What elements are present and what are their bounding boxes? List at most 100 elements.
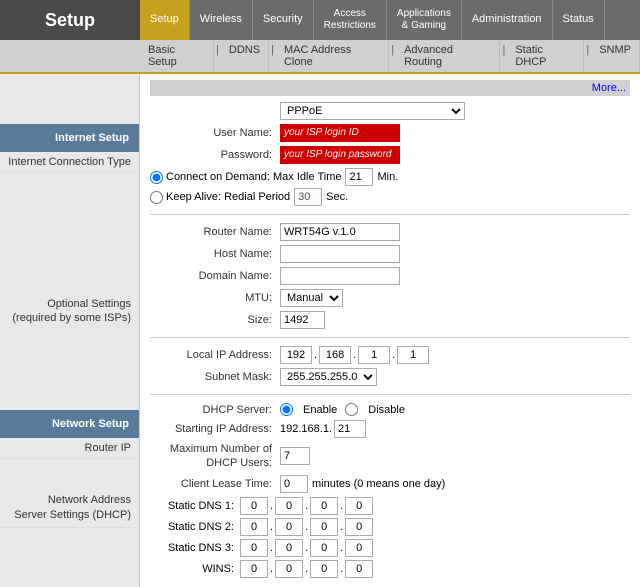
mtu-label: MTU:	[150, 292, 280, 304]
redial-period-input[interactable]	[294, 188, 322, 206]
local-ip-4[interactable]	[397, 346, 429, 364]
subnav-sep5: |	[584, 40, 591, 72]
static-dns1-row: Static DNS 1: . . .	[150, 497, 630, 515]
connection-type-row: PPPoE Static IP Automatic Configuration …	[150, 102, 630, 120]
top-header: Setup Setup Wireless Security AccessRest…	[0, 0, 640, 74]
dns2-1[interactable]	[240, 518, 268, 536]
password-placeholder[interactable]: your ISP login password	[280, 146, 400, 164]
username-row: User Name: your ISP login ID	[150, 124, 630, 142]
subnav-basic-setup[interactable]: Basic Setup	[140, 40, 214, 72]
sidebar-item-router-ip: Router IP	[0, 438, 139, 459]
max-dhcp-row: Maximum Number ofDHCP Users:	[150, 442, 630, 471]
subnav-sep2: |	[269, 40, 276, 72]
keep-alive-radio[interactable]	[150, 191, 163, 204]
static-dns2-row: Static DNS 2: . . .	[150, 518, 630, 536]
domain-name-input[interactable]	[280, 267, 400, 285]
dns1-4[interactable]	[345, 497, 373, 515]
more-link[interactable]: More...	[150, 80, 630, 96]
wins-2[interactable]	[275, 560, 303, 578]
domain-name-label: Domain Name:	[150, 270, 280, 282]
nav-setup[interactable]: Setup	[140, 0, 190, 40]
dns2-3[interactable]	[310, 518, 338, 536]
subnav-mac-clone[interactable]: MAC Address Clone	[276, 40, 389, 72]
connect-on-demand-label: Connect on Demand: Max Idle Time	[166, 171, 341, 183]
starting-ip-last[interactable]	[334, 420, 366, 438]
client-lease-suffix: minutes (0 means one day)	[312, 478, 445, 490]
sidebar-item-connection-type: Internet Connection Type	[0, 152, 139, 173]
subnet-mask-select[interactable]: 255.255.255.0 255.255.0.0 255.0.0.0	[280, 368, 377, 386]
dhcp-enable-label: Enable	[303, 404, 337, 416]
subnav-static-dhcp[interactable]: Static DHCP	[507, 40, 584, 72]
mtu-select[interactable]: Auto Manual	[280, 289, 343, 307]
divider-2	[150, 337, 630, 338]
wins-3[interactable]	[310, 560, 338, 578]
mtu-row: MTU: Auto Manual	[150, 289, 630, 307]
connect-on-demand-radio[interactable]	[150, 171, 163, 184]
local-ip-3[interactable]	[358, 346, 390, 364]
host-name-label: Host Name:	[150, 248, 280, 260]
sidebar-section-network: Network Setup	[0, 410, 139, 438]
keep-alive-label: Keep Alive: Redial Period	[166, 191, 290, 203]
min-label: Min.	[377, 171, 398, 183]
dns3-3[interactable]	[310, 539, 338, 557]
dns3-4[interactable]	[345, 539, 373, 557]
dns1-1[interactable]	[240, 497, 268, 515]
max-idle-time-input[interactable]	[345, 168, 373, 186]
dns1-2[interactable]	[275, 497, 303, 515]
dhcp-disable-radio[interactable]	[345, 403, 358, 416]
dhcp-enable-disable: Enable Disable	[280, 403, 405, 416]
subnav-snmp[interactable]: SNMP	[591, 40, 640, 72]
nav-security[interactable]: Security	[253, 0, 314, 40]
router-name-input[interactable]	[280, 223, 400, 241]
dns2-2[interactable]	[275, 518, 303, 536]
wins-1[interactable]	[240, 560, 268, 578]
dns3-2[interactable]	[275, 539, 303, 557]
starting-ip-prefix: 192.168.1.	[280, 423, 332, 435]
static-dns1-group: . . .	[240, 497, 373, 515]
size-input[interactable]	[280, 311, 325, 329]
nav-access[interactable]: AccessRestrictions	[314, 0, 387, 40]
size-label: Size:	[150, 314, 280, 326]
subnet-mask-row: Subnet Mask: 255.255.255.0 255.255.0.0 2…	[150, 368, 630, 386]
nav-status[interactable]: Status	[553, 0, 605, 40]
static-dns1-label: Static DNS 1:	[150, 500, 240, 512]
dhcp-enable-radio[interactable]	[280, 403, 293, 416]
local-ip-row: Local IP Address: . . .	[150, 346, 630, 364]
host-name-input[interactable]	[280, 245, 400, 263]
sub-nav: Basic Setup | DDNS | MAC Address Clone |…	[0, 40, 640, 74]
divider-3	[150, 394, 630, 395]
nav-administration[interactable]: Administration	[462, 0, 553, 40]
dns3-1[interactable]	[240, 539, 268, 557]
username-placeholder[interactable]: your ISP login ID	[280, 124, 400, 142]
starting-ip-row: Starting IP Address: 192.168.1.	[150, 420, 630, 438]
subnav-ddns[interactable]: DDNS	[221, 40, 269, 72]
connection-type-select[interactable]: PPPoE Static IP Automatic Configuration …	[280, 102, 465, 120]
static-dns3-label: Static DNS 3:	[150, 542, 240, 554]
subnav-sep3: |	[389, 40, 396, 72]
subnav-sep1: |	[214, 40, 221, 72]
subnet-mask-label: Subnet Mask:	[150, 371, 280, 383]
local-ip-1[interactable]	[280, 346, 312, 364]
nav-wireless[interactable]: Wireless	[190, 0, 253, 40]
nav-applications[interactable]: Applications& Gaming	[387, 0, 462, 40]
sidebar-optional-settings: Optional Settings(required by some ISPs)	[0, 293, 139, 330]
static-dns2-label: Static DNS 2:	[150, 521, 240, 533]
connect-on-demand-row: Connect on Demand: Max Idle Time Min.	[150, 168, 630, 186]
client-lease-label: Client Lease Time:	[150, 478, 280, 490]
dhcp-disable-label: Disable	[368, 404, 405, 416]
host-name-row: Host Name:	[150, 245, 630, 263]
dns1-3[interactable]	[310, 497, 338, 515]
divider-1	[150, 214, 630, 215]
subnav-advanced-routing[interactable]: Advanced Routing	[396, 40, 500, 72]
local-ip-2[interactable]	[319, 346, 351, 364]
local-ip-label: Local IP Address:	[150, 349, 280, 361]
client-lease-input[interactable]	[280, 475, 308, 493]
password-row: Password: your ISP login password	[150, 146, 630, 164]
max-dhcp-input[interactable]	[280, 447, 310, 465]
client-lease-row: Client Lease Time: minutes (0 means one …	[150, 475, 630, 493]
dns2-4[interactable]	[345, 518, 373, 536]
username-label: User Name:	[150, 127, 280, 139]
dhcp-server-label: DHCP Server:	[150, 404, 280, 416]
wins-4[interactable]	[345, 560, 373, 578]
size-row: Size:	[150, 311, 630, 329]
